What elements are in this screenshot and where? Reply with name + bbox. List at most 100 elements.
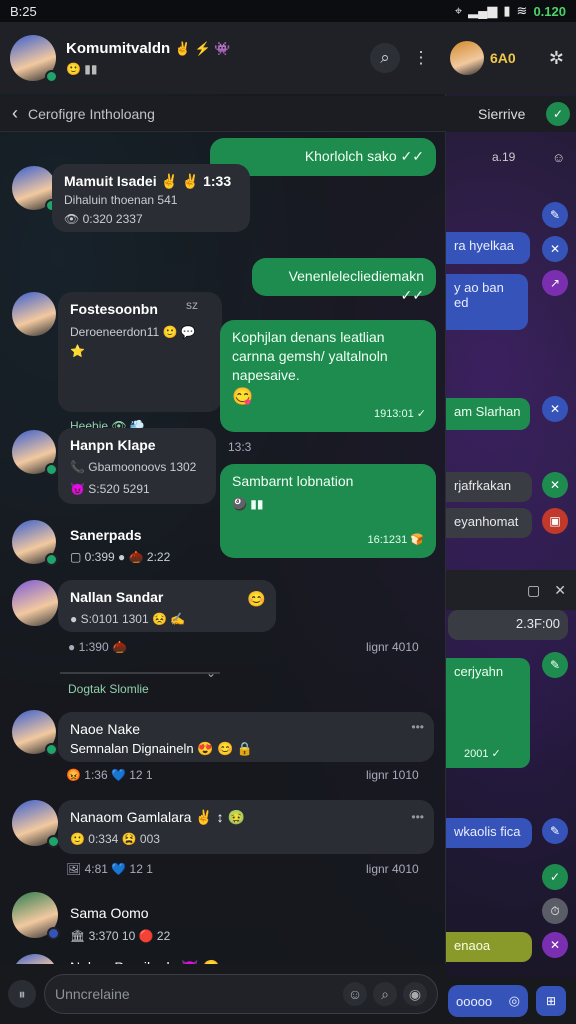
- message-bubble[interactable]: cerjyahn 2001 ✓: [446, 658, 530, 768]
- secondary-header: 6A0 ✲: [446, 22, 576, 94]
- avatar[interactable]: [12, 520, 58, 566]
- message-bubble[interactable]: am Slarhan: [446, 398, 530, 430]
- action-icon[interactable]: ✎: [542, 818, 568, 844]
- message-bubble[interactable]: rjafrkakan: [446, 472, 532, 502]
- sender-name: Mamuit Isadei ✌ ✌ 1:33: [64, 173, 232, 189]
- back-arrow-icon[interactable]: ‹: [12, 103, 18, 124]
- search-icon[interactable]: ⌕: [373, 982, 397, 1006]
- notification-icon: ▮: [503, 3, 511, 18]
- sender-name: Naoe Nake: [70, 721, 141, 737]
- thread-label: Cerofigre Intholoang: [28, 105, 155, 122]
- header-titles: Komumitvaldn ✌ ⚡ 👾 🙂 ▮▮: [66, 40, 230, 76]
- avatar[interactable]: [450, 41, 484, 75]
- group-avatar[interactable]: [10, 35, 58, 83]
- avatar[interactable]: [12, 166, 58, 212]
- chevron-down-icon[interactable]: ⌄: [206, 666, 216, 680]
- more-button[interactable]: ⋮: [406, 43, 436, 73]
- message-incoming[interactable]: Mamuit Isadei ✌ ✌ 1:33 Dihaluin thoenan …: [52, 164, 250, 232]
- action-icon[interactable]: ✕: [542, 396, 568, 422]
- message-bubble[interactable]: ra hyelkaa: [446, 232, 530, 264]
- online-badge: [45, 463, 58, 476]
- chat-panel: Komumitvaldn ✌ ⚡ 👾 🙂 ▮▮ ⌕ ⋮ ‹ Cerofigre …: [0, 22, 446, 1024]
- message-line: Dihaluin thoenan 541: [64, 193, 178, 207]
- header-title-row[interactable]: Komumitvaldn ✌ ⚡ 👾: [66, 40, 230, 58]
- avatar[interactable]: [12, 892, 60, 940]
- message-incoming[interactable]: Sanerpads ▢ 0:399 ● 🌰 2:22: [58, 518, 218, 574]
- composer: ⏸ Unncrelaine ☺ ⌕ ◉: [0, 964, 446, 1024]
- search-button[interactable]: ⌕: [370, 43, 400, 73]
- share-icon[interactable]: ✲: [549, 48, 564, 69]
- message-incoming[interactable]: Nallan Sandar ● S:0101 1301 😣 ✍ 😊: [58, 580, 276, 632]
- meta-right: lignr 1010: [366, 768, 419, 782]
- action-icon[interactable]: ✎: [542, 202, 568, 228]
- message-line: ▢ 0:399 ● 🌰 2:22: [70, 550, 171, 564]
- send-icon[interactable]: ◎: [509, 993, 520, 1009]
- message-line: 📞 Gbamoonoovs 1302: [70, 460, 197, 474]
- message-line: 👁 0:320 2337: [64, 212, 143, 226]
- action-icon[interactable]: ✕: [542, 472, 568, 498]
- message-incoming[interactable]: Sama Oomo 🏛 3:370 10 🔴 22: [58, 896, 238, 946]
- message-incoming[interactable]: Hanpn Klape 📞 Gbamoonoovs 1302 😈 S:520 5…: [58, 428, 216, 504]
- sender-name: Sanerpads: [70, 527, 142, 543]
- sender-name: Nallan Sandar: [70, 589, 164, 605]
- message-line: ● S:0101 1301 😣 ✍: [70, 612, 186, 626]
- close-icon[interactable]: ✕: [554, 582, 566, 599]
- message-meta-row: 😡 1:36 💙 12 1 lignr 1010: [0, 766, 446, 790]
- message-sub: 🎱 ▮▮: [232, 497, 264, 511]
- emoji-icon[interactable]: ☺: [343, 982, 367, 1006]
- message-bubble[interactable]: y ao ban ed: [446, 274, 528, 330]
- chat-title: Komumitvaldn: [66, 40, 171, 57]
- smile-icon[interactable]: ☺: [552, 150, 565, 165]
- message-incoming[interactable]: Naoe Nake Semnalan Dignaineln 😍 😊 🔒 •••: [58, 712, 434, 762]
- action-icon[interactable]: ✕: [542, 932, 568, 958]
- message-text: Khorlolch sako ✓✓: [304, 148, 424, 164]
- action-icon[interactable]: ✕: [542, 236, 568, 262]
- action-icon[interactable]: ✎: [542, 652, 568, 678]
- message-dots-icon[interactable]: •••: [411, 718, 424, 737]
- secondary-input[interactable]: ooooo ◎: [448, 985, 528, 1017]
- action-icon[interactable]: ▣: [542, 508, 568, 534]
- action-icon[interactable]: ✓: [542, 864, 568, 890]
- message-time: a.19: [492, 150, 516, 164]
- message-meta-row: 🖼 4:81 💙 12 1 lignr 4010: [0, 860, 446, 884]
- attach-icon[interactable]: ⏸: [8, 980, 36, 1008]
- message-list[interactable]: Khorlolch sako ✓✓ Mamuit Isadei ✌ ✌ 1:33…: [0, 134, 446, 984]
- chat-subtitle: 🙂 ▮▮: [66, 62, 98, 76]
- secondary-chat-panel: 6A0 ✲ Sierrive ✓ a.19 ☺ ✎ ra hyelkaa ✕ ↗…: [446, 22, 576, 1024]
- message-dots-icon[interactable]: •••: [411, 808, 424, 827]
- search-icon: ⌕: [380, 48, 390, 67]
- status-time: B:25: [10, 3, 37, 19]
- avatar[interactable]: [12, 430, 58, 476]
- message-line: Deroeneerdon11 🙂 💬 ⭐: [70, 325, 196, 358]
- message-bubble[interactable]: eyanhomat: [446, 508, 532, 538]
- avatar[interactable]: [12, 292, 56, 336]
- message-outgoing[interactable]: Venenlelecliediemakn ✓✓: [252, 258, 436, 303]
- message-emoji: 😋: [232, 387, 254, 406]
- action-icon[interactable]: ⏱: [542, 898, 568, 924]
- avatar[interactable]: [12, 800, 60, 848]
- message-time: 16:1231 🍞: [367, 534, 424, 546]
- message-outgoing[interactable]: Kophjlan denans leatlian carnna gemsh/ y…: [220, 320, 436, 432]
- message-text: rjafrkakan: [454, 478, 512, 493]
- grid-icon[interactable]: ⊞: [536, 986, 566, 1016]
- message-input-placeholder: Unncrelaine: [55, 986, 130, 1002]
- sticker-icon[interactable]: ▢: [527, 582, 540, 599]
- message-outgoing[interactable]: Sambarnt lobnation 🎱 ▮▮ 16:1231 🍞: [220, 464, 436, 558]
- message-input[interactable]: Unncrelaine ☺ ⌕ ◉: [44, 974, 438, 1014]
- avatar[interactable]: [12, 710, 58, 756]
- message-incoming[interactable]: Nanaom Gamlalara ✌ ↕ 🤢 🙂 0:334 😫 003 •••: [58, 800, 434, 854]
- meta-left: 🖼 4:81 💙 12 1: [66, 862, 153, 876]
- avatar[interactable]: [12, 580, 58, 626]
- message-bubble[interactable]: 2.3F:00: [448, 610, 568, 640]
- secondary-toolbar: ▢ ✕: [446, 570, 576, 610]
- message-bubble[interactable]: wkaolis fica: [446, 818, 532, 848]
- thread-bar[interactable]: ‹ Cerofigre Intholoang: [0, 96, 446, 132]
- action-icon[interactable]: ↗: [542, 270, 568, 296]
- meta-left: 😡 1:36 💙 12 1: [66, 768, 153, 782]
- gif-icon[interactable]: ◉: [403, 982, 427, 1006]
- message-bubble[interactable]: enaoa: [446, 932, 532, 962]
- message-time: 13:3: [228, 440, 252, 454]
- message-extra: sz: [186, 298, 198, 312]
- status-icon[interactable]: ✓: [546, 102, 570, 126]
- secondary-subbar: Sierrive ✓: [446, 96, 576, 132]
